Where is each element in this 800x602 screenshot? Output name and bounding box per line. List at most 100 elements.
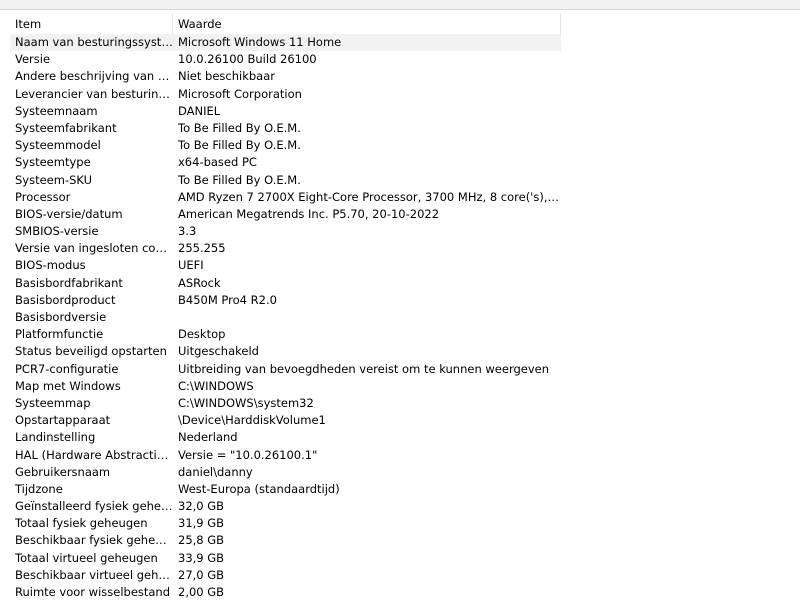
row-value-cell: C:\WINDOWS bbox=[178, 378, 254, 393]
row-item-cell: Map met Windows bbox=[15, 378, 121, 393]
row-item-cell: Systeem-SKU bbox=[15, 172, 93, 187]
table-row[interactable]: Naam van besturingssysteem Microsoft Wind… bbox=[10, 34, 800, 52]
row-value-cell: 25,8 GB bbox=[178, 533, 225, 548]
row-item-cell: Ruimte voor wisselbestand bbox=[15, 585, 171, 599]
table-row[interactable]: Beschikbaar fysiek geheugen 25,8 GB bbox=[10, 532, 800, 549]
row-value-cell: daniel\danny bbox=[178, 464, 253, 479]
toolbar-strip bbox=[0, 0, 800, 10]
list-rows: Naam van besturingssysteem Microsoft Wind… bbox=[10, 34, 800, 601]
row-item-cell: Systeemmodel bbox=[15, 138, 101, 153]
table-row[interactable]: Leverancier van besturingssyst... Microso… bbox=[10, 86, 800, 103]
row-item-cell: BIOS-modus bbox=[15, 258, 86, 273]
row-value-cell: B450M Pro4 R2.0 bbox=[178, 292, 277, 307]
row-value-cell: American Megatrends Inc. P5.70, 20-10-20… bbox=[178, 206, 440, 221]
row-item-cell: Versie van ingesloten controller bbox=[15, 241, 173, 256]
row-value-cell: Versie = "10.0.26100.1" bbox=[178, 447, 318, 462]
row-value-cell bbox=[173, 309, 561, 326]
list-header: Item Waarde bbox=[10, 14, 561, 35]
row-item-cell: Naam van besturingssysteem bbox=[10, 34, 173, 52]
column-header-value[interactable]: Waarde bbox=[173, 14, 561, 34]
table-row[interactable]: Processor AMD Ryzen 7 2700X Eight-Core Pr… bbox=[10, 189, 800, 206]
table-row[interactable]: BIOS-modus UEFI bbox=[10, 257, 800, 274]
row-value-cell: x64-based PC bbox=[178, 155, 257, 170]
row-item-cell: Leverancier van besturingssyst... bbox=[15, 86, 173, 101]
table-row[interactable]: Basisbordproduct B450M Pro4 R2.0 bbox=[10, 292, 800, 309]
table-row[interactable]: Geïnstalleerd fysiek geheugen (... 32,0 G… bbox=[10, 498, 800, 515]
row-value-cell: Desktop bbox=[178, 327, 226, 342]
table-row[interactable]: Ruimte voor wisselbestand 2,00 GB bbox=[10, 584, 800, 601]
row-item-cell: Status beveiligd opstarten bbox=[15, 344, 167, 359]
table-row[interactable]: Opstartapparaat \Device\HarddiskVolume1 bbox=[10, 412, 800, 429]
table-row[interactable]: Tijdzone West-Europa (standaardtijd) bbox=[10, 481, 800, 498]
row-item-cell: Geïnstalleerd fysiek geheugen (... bbox=[15, 499, 173, 514]
row-value-cell: AMD Ryzen 7 2700X Eight-Core Processor, … bbox=[178, 189, 561, 204]
row-value-cell: Microsoft Windows 11 Home bbox=[173, 34, 561, 52]
table-row[interactable]: Totaal virtueel geheugen 33,9 GB bbox=[10, 550, 800, 567]
table-row[interactable]: Beschikbaar virtueel geheugen 27,0 GB bbox=[10, 567, 800, 584]
table-row[interactable]: Gebruikersnaam daniel\danny bbox=[10, 464, 800, 481]
row-value-cell: 32,0 GB bbox=[178, 499, 225, 514]
table-row[interactable]: Platformfunctie Desktop bbox=[10, 326, 800, 343]
table-row[interactable]: Basisbordfabrikant ASRock bbox=[10, 275, 800, 292]
row-value-cell: Niet beschikbaar bbox=[178, 69, 275, 84]
row-item-cell: Basisbordfabrikant bbox=[15, 275, 123, 290]
row-item-cell: BIOS-versie/datum bbox=[15, 206, 123, 221]
table-row[interactable]: Versie 10.0.26100 Build 26100 bbox=[10, 51, 800, 68]
table-row[interactable]: BIOS-versie/datum American Megatrends Inc… bbox=[10, 206, 800, 223]
table-row[interactable]: Map met Windows C:\WINDOWS bbox=[10, 378, 800, 395]
row-item-cell: Totaal fysiek geheugen bbox=[15, 516, 148, 531]
row-item-cell: Basisbordversie bbox=[15, 310, 107, 324]
row-value-cell: DANIEL bbox=[178, 103, 221, 118]
row-value-cell: 31,9 GB bbox=[178, 516, 225, 531]
row-item-cell: Opstartapparaat bbox=[15, 413, 111, 428]
row-item-cell: Systeemtype bbox=[15, 155, 91, 170]
table-row[interactable]: Status beveiligd opstarten Uitgeschakeld bbox=[10, 343, 800, 360]
system-summary-list[interactable]: Item Waarde Naam van besturingssysteem Mi… bbox=[10, 14, 800, 602]
row-item-cell: Basisbordproduct bbox=[15, 292, 116, 307]
row-value-cell: UEFI bbox=[178, 258, 204, 273]
row-value-cell: To Be Filled By O.E.M. bbox=[178, 120, 301, 135]
row-item-cell: Totaal virtueel geheugen bbox=[15, 550, 158, 565]
table-row[interactable]: Versie van ingesloten controller 255.255 bbox=[10, 240, 800, 257]
row-item-cell: Beschikbaar virtueel geheugen bbox=[15, 567, 173, 582]
row-item-cell: Systeemfabrikant bbox=[15, 120, 117, 135]
column-header-item[interactable]: Item bbox=[10, 14, 173, 34]
row-value-cell: Uitgeschakeld bbox=[178, 344, 259, 359]
row-value-cell: Microsoft Corporation bbox=[178, 86, 302, 101]
row-item-cell: PCR7-configuratie bbox=[15, 361, 119, 376]
table-row[interactable]: SMBIOS-versie 3.3 bbox=[10, 223, 800, 240]
row-value-cell: ASRock bbox=[178, 275, 221, 290]
row-value-cell: To Be Filled By O.E.M. bbox=[178, 138, 301, 153]
table-row[interactable]: HAL (Hardware Abstraction Lay... Versie =… bbox=[10, 447, 800, 464]
row-item-cell: Gebruikersnaam bbox=[15, 464, 111, 479]
row-value-cell: 10.0.26100 Build 26100 bbox=[178, 52, 317, 67]
table-row[interactable]: Landinstelling Nederland bbox=[10, 429, 800, 446]
table-row[interactable]: Systeemtype x64-based PC bbox=[10, 154, 800, 171]
row-item-cell: Versie bbox=[15, 52, 51, 67]
table-row[interactable]: Systeemfabrikant To Be Filled By O.E.M. bbox=[10, 120, 800, 137]
table-row[interactable]: Basisbordversie bbox=[10, 309, 800, 326]
row-value-cell: Uitbreiding van bevoegdheden vereist om … bbox=[178, 361, 550, 376]
row-item-cell: Platformfunctie bbox=[15, 327, 104, 342]
table-row[interactable]: Systeemmodel To Be Filled By O.E.M. bbox=[10, 137, 800, 154]
row-item-cell: Processor bbox=[15, 189, 71, 204]
row-item-cell: SMBIOS-versie bbox=[15, 224, 99, 239]
table-row[interactable]: PCR7-configuratie Uitbreiding van bevoegd… bbox=[10, 361, 800, 378]
row-value-cell: 2,00 GB bbox=[178, 585, 225, 599]
table-row[interactable]: Systeemmap C:\WINDOWS\system32 bbox=[10, 395, 800, 412]
row-value-cell: 3.3 bbox=[178, 224, 197, 239]
row-value-cell: C:\WINDOWS\system32 bbox=[178, 395, 314, 410]
table-row[interactable]: Systeemnaam DANIEL bbox=[10, 103, 800, 120]
row-item-cell: Systeemmap bbox=[15, 395, 91, 410]
table-row[interactable]: Systeem-SKU To Be Filled By O.E.M. bbox=[10, 172, 800, 189]
row-item-cell: Beschikbaar fysiek geheugen bbox=[15, 533, 173, 548]
row-value-cell: 33,9 GB bbox=[178, 550, 225, 565]
row-value-cell: \Device\HarddiskVolume1 bbox=[178, 413, 326, 428]
row-item-cell: Andere beschrijving van besturi... bbox=[15, 69, 173, 84]
row-item-cell: Tijdzone bbox=[15, 481, 63, 496]
row-item-cell: Systeemnaam bbox=[15, 103, 98, 118]
row-item-cell: HAL (Hardware Abstraction Lay... bbox=[15, 447, 173, 462]
table-row[interactable]: Andere beschrijving van besturi... Niet b… bbox=[10, 68, 800, 85]
row-value-cell: West-Europa (standaardtijd) bbox=[178, 481, 340, 496]
table-row[interactable]: Totaal fysiek geheugen 31,9 GB bbox=[10, 515, 800, 532]
